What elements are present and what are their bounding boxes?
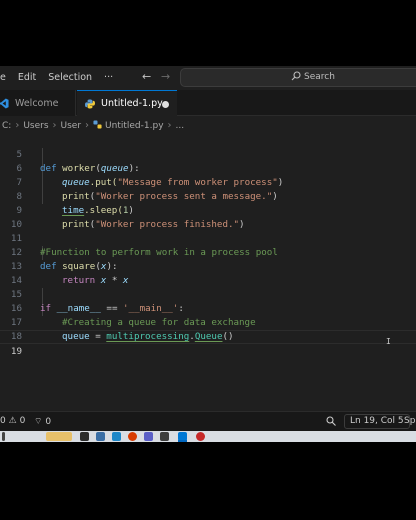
breadcrumb-file[interactable]: Untitled-1.py xyxy=(91,120,165,131)
cursor-position[interactable]: Ln 19, Col 5 xyxy=(344,414,410,429)
breadcrumb-user[interactable]: User xyxy=(59,121,84,131)
zoom-icon[interactable] xyxy=(326,416,336,429)
search-label: Search xyxy=(304,72,335,82)
python-file-icon xyxy=(85,99,95,108)
chevron-icon[interactable] xyxy=(2,432,5,441)
error-count: 0 xyxy=(0,416,6,426)
menu-item-edit[interactable]: Edit xyxy=(12,66,42,90)
warning-count: 0 xyxy=(19,416,26,426)
search-taskbar-icon[interactable] xyxy=(96,432,105,441)
teams-icon[interactable] xyxy=(144,432,153,441)
code-line-9[interactable]: 9 print("Worker process finished.") xyxy=(0,190,416,230)
vscode-logo-icon xyxy=(0,97,9,109)
title-bar: e Edit Selection ··· ← → Search xyxy=(0,66,416,90)
indentation-indicator[interactable]: Sp xyxy=(404,416,415,426)
broadcast-icon: ⌔ xyxy=(34,417,43,427)
tab-welcome[interactable]: Welcome xyxy=(0,90,76,116)
code-line-16[interactable]: 16 #Creating a queue for data exchange xyxy=(0,288,416,328)
ports-indicator[interactable]: ⌔ 0 xyxy=(34,416,51,427)
back-arrow-icon[interactable]: ← xyxy=(142,70,151,83)
code-line-5[interactable]: 5 def worker(queue): xyxy=(0,134,416,174)
unsaved-dot-icon[interactable] xyxy=(162,101,169,108)
mouse-cursor-icon: I xyxy=(386,337,391,346)
breadcrumb-file-label: Untitled-1.py xyxy=(105,121,164,131)
widgets-icon[interactable] xyxy=(46,432,72,441)
editor-tab-bar: Welcome Untitled-1.py xyxy=(0,90,416,116)
search-icon xyxy=(291,71,301,81)
code-line-19[interactable]: 19 xyxy=(0,330,416,357)
code-line-17[interactable]: 17 queue = multiprocessing.Queue() xyxy=(0,302,416,342)
tab-welcome-label: Welcome xyxy=(15,97,59,109)
code-line-13[interactable]: 13 return x * x xyxy=(0,246,416,286)
tab-untitled-1-py-label: Untitled-1.py xyxy=(101,98,163,109)
code-editor[interactable]: 5 def worker(queue): 6 queue.put("Messag… xyxy=(0,134,416,411)
edge-icon[interactable] xyxy=(112,432,121,441)
menu-more-button[interactable]: ··· xyxy=(98,66,119,90)
windows-taskbar xyxy=(0,431,416,442)
active-app-indicator xyxy=(178,440,187,442)
vscode-window: e Edit Selection ··· ← → Search Welcome xyxy=(0,66,416,442)
menu-item-selection[interactable]: Selection xyxy=(42,66,98,90)
code-line-18[interactable]: 18 xyxy=(0,316,416,342)
problems-indicator[interactable]: 0 ⚠ 0 xyxy=(0,416,25,426)
warning-icon: ⚠ xyxy=(8,416,17,426)
breadcrumb-more[interactable]: ... xyxy=(174,121,187,131)
breadcrumb-users[interactable]: Users xyxy=(21,121,50,131)
chevron-right-icon: › xyxy=(167,120,172,131)
code-line-11[interactable]: 11 #Function to perform work in a proces… xyxy=(0,218,416,258)
code-line-10[interactable]: 10 xyxy=(0,204,416,230)
code-line-15[interactable]: 15 if __name__ == '__main__': xyxy=(0,274,416,314)
terminal-icon[interactable] xyxy=(160,432,169,441)
breadcrumb: C: › Users › User › Untitled-1.py › ... xyxy=(0,117,416,134)
chevron-right-icon: › xyxy=(52,120,57,131)
code-line-8[interactable]: 8 time.sleep(1) xyxy=(0,176,416,216)
start-icon[interactable] xyxy=(80,432,89,441)
chrome-icon[interactable] xyxy=(128,432,137,441)
line-number: 19 xyxy=(10,346,22,357)
code-line-7[interactable]: 7 print("Worker process sent a message."… xyxy=(0,162,416,202)
tab-untitled-1-py[interactable]: Untitled-1.py xyxy=(77,90,177,116)
chevron-right-icon: › xyxy=(15,120,20,131)
breadcrumb-drive[interactable]: C: xyxy=(0,121,13,131)
chevron-right-icon: › xyxy=(85,120,90,131)
ports-count: 0 xyxy=(45,417,52,427)
recorder-icon[interactable] xyxy=(196,432,205,441)
menu-item-file-partial[interactable]: e xyxy=(0,66,12,90)
code-line-12[interactable]: 12 def square(x): xyxy=(0,232,416,272)
command-center-search[interactable]: Search xyxy=(180,68,416,87)
python-file-icon xyxy=(93,120,102,129)
forward-arrow-icon[interactable]: → xyxy=(161,70,170,83)
code-line-6[interactable]: 6 queue.put("Message from worker process… xyxy=(0,148,416,188)
code-line-14[interactable]: 14 xyxy=(0,260,416,286)
status-bar: 0 ⚠ 0 ⌔ 0 Ln 19, Col 5 Sp xyxy=(0,411,416,431)
